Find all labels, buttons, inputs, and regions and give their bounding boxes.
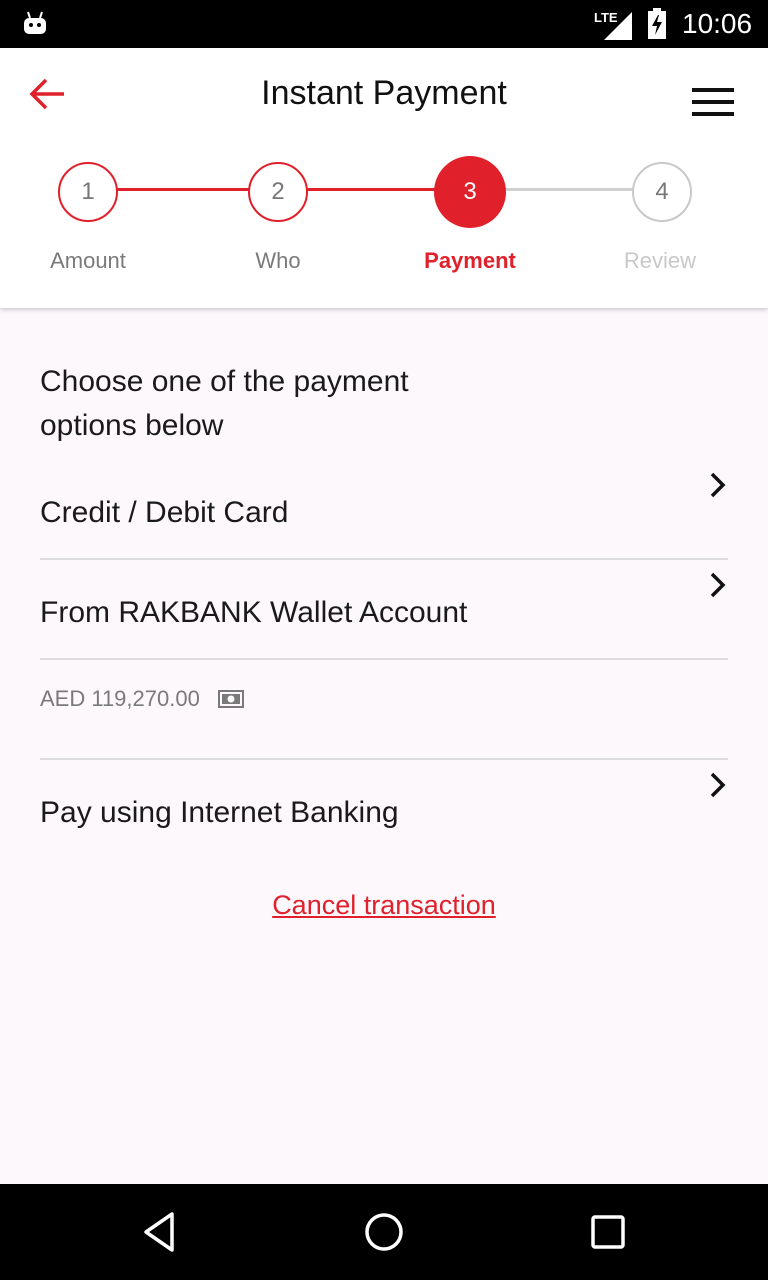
credit-debit-card-label: Credit / Debit Card: [40, 496, 289, 529]
hamburger-menu-icon[interactable]: [692, 88, 738, 122]
recents-square-icon[interactable]: [582, 1206, 634, 1258]
chevron-right-icon: [710, 472, 726, 498]
stepper-line-1-2: [116, 188, 250, 191]
step-2-circle[interactable]: 2: [248, 162, 308, 222]
rakbank-wallet-label: From RAKBANK Wallet Account: [40, 596, 468, 629]
system-nav-bar: [0, 1184, 768, 1280]
back-triangle-icon[interactable]: [134, 1206, 186, 1258]
step-4-label: Review: [623, 248, 697, 273]
signal-icon: [604, 12, 632, 40]
banknote-icon: [218, 690, 244, 708]
android-icon: [24, 11, 46, 34]
internet-banking-option[interactable]: Pay using Internet Banking: [40, 760, 728, 860]
step-3-circle[interactable]: 3: [434, 156, 506, 228]
rakbank-wallet-option[interactable]: From RAKBANK Wallet Account: [40, 560, 728, 660]
page-title: Instant Payment: [261, 74, 507, 112]
clock: 10:06: [682, 8, 753, 39]
stepper-line-2-3: [306, 188, 436, 191]
battery-charging-icon: [648, 8, 666, 39]
step-2-label: Who: [255, 248, 301, 273]
step-1-circle[interactable]: 1: [58, 162, 118, 222]
credit-debit-card-option[interactable]: Credit / Debit Card: [40, 460, 728, 560]
step-3-label: Payment: [424, 248, 516, 273]
payment-options-intro: Choose one of the payment options below: [40, 365, 409, 442]
internet-banking-label: Pay using Internet Banking: [40, 796, 399, 829]
chevron-right-icon: [710, 572, 726, 598]
wallet-balance: AED 119,270.00: [40, 686, 200, 711]
step-1-label: Amount: [50, 248, 126, 273]
step-4-circle[interactable]: 4: [632, 162, 692, 222]
home-circle-icon[interactable]: [358, 1206, 410, 1258]
stepper-line-3-4: [504, 188, 634, 191]
app-header: Instant Payment 1 2 3 4 Amount Who Payme…: [0, 48, 768, 308]
chevron-right-icon: [710, 772, 726, 798]
divider: [40, 658, 728, 660]
status-bar: LTE 10:06: [0, 0, 768, 48]
cancel-transaction-link[interactable]: Cancel transaction: [0, 890, 768, 921]
